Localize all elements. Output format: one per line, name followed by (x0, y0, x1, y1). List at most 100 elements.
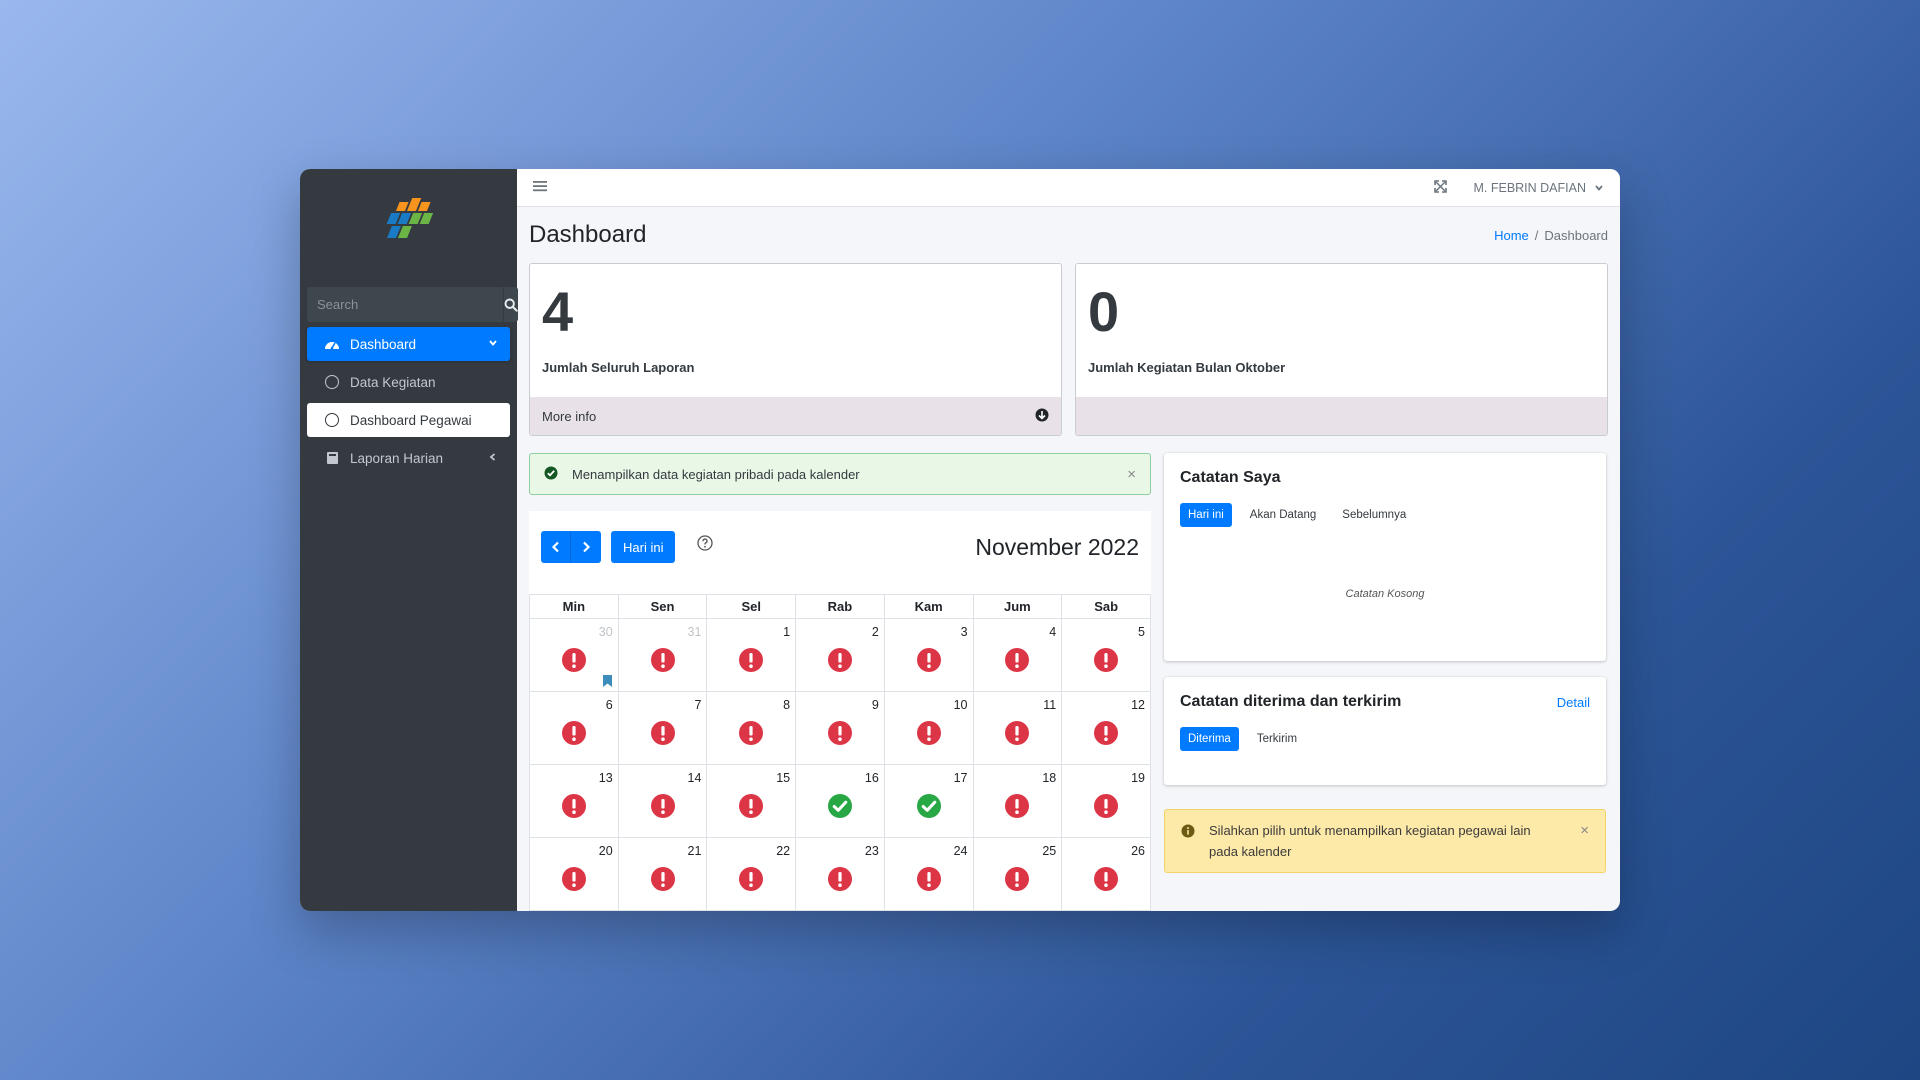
user-menu[interactable]: M. FEBRIN DAFIAN (1473, 181, 1604, 195)
tab-sebelumnya[interactable]: Sebelumnya (1334, 503, 1414, 527)
sidebar: Dashboard Data Kegiatan Dashboard Pegawa… (300, 169, 518, 911)
exclamation-circle-icon[interactable] (916, 720, 942, 746)
calendar-day-cell[interactable]: 30 (529, 618, 619, 692)
tab-hari-ini[interactable]: Hari ini (1180, 503, 1232, 527)
exclamation-circle-icon[interactable] (738, 647, 764, 673)
calendar-week-row: 13 14 15 16 17 18 19 (529, 764, 1151, 838)
day-number: 10 (953, 698, 968, 712)
exclamation-circle-icon[interactable] (827, 720, 853, 746)
exclamation-circle-icon[interactable] (650, 793, 676, 819)
calendar-day-cell[interactable]: 7 (617, 691, 708, 765)
calendar-day-cell[interactable]: 11 (972, 691, 1063, 765)
calendar-day-cell[interactable]: 20 (529, 837, 619, 911)
breadcrumb-current: Dashboard (1544, 227, 1608, 243)
check-circle-icon[interactable] (916, 793, 942, 819)
exclamation-circle-icon[interactable] (561, 720, 587, 746)
alert-message: Silahkan pilih untuk menampilkan kegiata… (1209, 823, 1531, 859)
close-button[interactable]: × (1580, 820, 1589, 862)
calendar-day-cell[interactable]: 25 (972, 837, 1063, 911)
calendar-grid: Min Sen Sel Rab Kam Jum Sab 30 31 1 2 3 4 5 6 7 8 9 10 11 1… (529, 594, 1151, 911)
fullscreen-icon[interactable] (1434, 179, 1448, 196)
calendar-day-cell[interactable]: 26 (1061, 837, 1151, 911)
calendar-day-cell[interactable]: 16 (795, 764, 885, 838)
exclamation-circle-icon[interactable] (1004, 793, 1030, 819)
calendar-day-cell[interactable]: 8 (706, 691, 797, 765)
prev-month-button[interactable] (541, 531, 571, 563)
exclamation-circle-icon[interactable] (1093, 793, 1119, 819)
warning-alert: Silahkan pilih untuk menampilkan kegiata… (1164, 809, 1606, 873)
check-circle-icon[interactable] (827, 793, 853, 819)
calendar-day-cell[interactable]: 15 (706, 764, 797, 838)
topbar: M. FEBRIN DAFIAN (517, 169, 1620, 207)
tab-akan-datang[interactable]: Akan Datang (1242, 503, 1325, 527)
exclamation-circle-icon[interactable] (916, 647, 942, 673)
day-number: 18 (1042, 771, 1057, 785)
calendar-day-cell[interactable]: 3 (883, 618, 974, 692)
calendar-week-row: 6 7 8 9 10 11 12 (529, 691, 1151, 765)
calendar-day-cell[interactable]: 17 (883, 764, 974, 838)
exclamation-circle-icon[interactable] (1004, 866, 1030, 892)
calendar-day-cell[interactable]: 21 (617, 837, 708, 911)
detail-link[interactable]: Detail (1557, 695, 1590, 710)
exclamation-circle-icon[interactable] (1004, 720, 1030, 746)
exclamation-circle-icon[interactable] (650, 866, 676, 892)
content: Dashboard Home / Dashboard 4 Jumlah Seluru… (517, 207, 1620, 911)
search-input[interactable] (307, 287, 503, 322)
calendar-day-cell[interactable]: 10 (883, 691, 974, 765)
exclamation-circle-icon[interactable] (1093, 866, 1119, 892)
help-icon[interactable] (697, 534, 714, 556)
exclamation-circle-icon[interactable] (916, 866, 942, 892)
calendar-day-cell[interactable]: 9 (795, 691, 885, 765)
tab-terkirim[interactable]: Terkirim (1249, 727, 1305, 751)
exclamation-circle-icon[interactable] (1093, 720, 1119, 746)
exclamation-circle-icon[interactable] (650, 647, 676, 673)
close-button[interactable]: × (1127, 466, 1136, 483)
calendar-day-cell[interactable]: 18 (972, 764, 1063, 838)
exclamation-circle-icon[interactable] (1093, 647, 1119, 673)
breadcrumb-home-link[interactable]: Home (1494, 228, 1529, 243)
day-number: 23 (864, 844, 879, 858)
card-title: Catatan diterima dan terkirim (1180, 693, 1402, 710)
alert-message: Menampilkan data kegiatan pribadi pada k… (572, 466, 860, 482)
more-info-link[interactable]: More info (530, 397, 1061, 435)
today-button[interactable]: Hari ini (611, 531, 676, 563)
calendar-day-cell[interactable]: 31 (617, 618, 708, 692)
exclamation-circle-icon[interactable] (561, 647, 587, 673)
calendar-day-cell[interactable]: 24 (883, 837, 974, 911)
calendar-day-cell[interactable]: 14 (617, 764, 708, 838)
calendar-day-cell[interactable]: 19 (1061, 764, 1151, 838)
calendar-day-cell[interactable]: 4 (972, 618, 1063, 692)
calendar-day-cell[interactable]: 22 (706, 837, 797, 911)
calendar-day-cell[interactable]: 5 (1061, 618, 1151, 692)
exclamation-circle-icon[interactable] (738, 793, 764, 819)
exclamation-circle-icon[interactable] (1004, 647, 1030, 673)
weekday-header: Sel (706, 594, 797, 619)
tab-diterima[interactable]: Diterima (1180, 727, 1239, 751)
sidebar-item-data-kegiatan[interactable]: Data Kegiatan (307, 365, 510, 399)
exclamation-circle-icon[interactable] (738, 866, 764, 892)
exclamation-circle-icon[interactable] (561, 793, 587, 819)
menu-toggle-icon[interactable] (533, 179, 547, 197)
calendar-day-cell[interactable]: 23 (795, 837, 885, 911)
sidebar-item-dashboard-pegawai[interactable]: Dashboard Pegawai (307, 403, 510, 437)
calendar-day-cell[interactable]: 1 (706, 618, 797, 692)
exclamation-circle-icon[interactable] (827, 866, 853, 892)
exclamation-circle-icon[interactable] (738, 720, 764, 746)
sidebar-item-laporan-harian[interactable]: Laporan Harian (307, 441, 510, 475)
search-button[interactable] (503, 287, 518, 322)
day-number: 8 (783, 698, 791, 712)
exclamation-circle-icon[interactable] (561, 866, 587, 892)
sidebar-item-dashboard[interactable]: Dashboard (307, 327, 510, 361)
weekday-header: Kam (883, 594, 974, 619)
day-number: 21 (687, 844, 702, 858)
exclamation-circle-icon[interactable] (650, 720, 676, 746)
next-month-button[interactable] (571, 531, 601, 563)
chevron-right-icon (583, 541, 591, 553)
calendar-day-cell[interactable]: 12 (1061, 691, 1151, 765)
bps-logo[interactable] (300, 169, 517, 277)
calendar-day-cell[interactable]: 13 (529, 764, 619, 838)
calendar-day-cell[interactable]: 2 (795, 618, 885, 692)
bookmark-icon[interactable] (603, 674, 612, 692)
exclamation-circle-icon[interactable] (827, 647, 853, 673)
calendar-day-cell[interactable]: 6 (529, 691, 619, 765)
